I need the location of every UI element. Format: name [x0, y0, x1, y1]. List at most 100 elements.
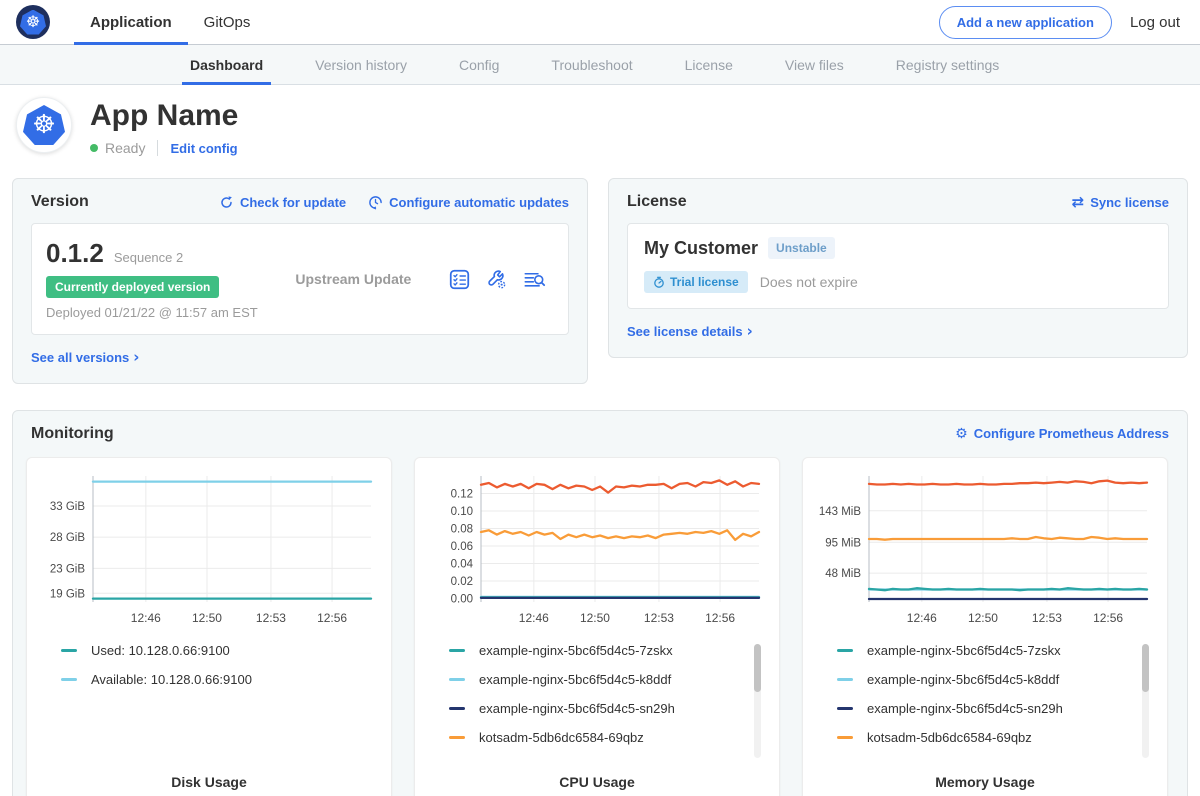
app-header: ☸ App Name Ready Edit config: [0, 85, 1200, 164]
tab-dashboard[interactable]: Dashboard: [188, 45, 265, 84]
trial-license-badge: Trial license: [644, 271, 748, 293]
svg-text:12:53: 12:53: [1032, 611, 1062, 625]
svg-text:12:50: 12:50: [192, 611, 222, 625]
svg-text:12:46: 12:46: [907, 611, 937, 625]
license-card: License ⇄ Sync license My Customer Unsta…: [608, 178, 1188, 358]
license-card-title: License: [627, 193, 687, 211]
see-license-details-link[interactable]: See license details ›: [627, 322, 753, 340]
nav-tab-gitops[interactable]: GitOps: [188, 0, 267, 44]
check-for-update-label: Check for update: [240, 195, 346, 210]
version-card: Version Check for update Configure autom…: [12, 178, 588, 384]
svg-text:12:56: 12:56: [705, 611, 735, 625]
svg-text:95 MiB: 95 MiB: [825, 537, 861, 549]
configure-automatic-updates-link[interactable]: Configure automatic updates: [368, 195, 569, 210]
license-summary-row: My Customer Unstable Trial license Does …: [627, 223, 1169, 309]
legend-dash-icon: [837, 678, 853, 681]
svg-text:33 GiB: 33 GiB: [50, 500, 85, 512]
check-for-update-link[interactable]: Check for update: [219, 195, 346, 210]
svg-text:12:46: 12:46: [519, 611, 549, 625]
disk-usage-plot: 19 GiB23 GiB28 GiB33 GiB12:4612:5012:531…: [39, 468, 379, 632]
legend-label: kotsadm-5db6dc6584-69qbz: [479, 730, 644, 745]
legend-dash-icon: [837, 649, 853, 652]
add-application-button[interactable]: Add a new application: [939, 6, 1112, 39]
logout-link[interactable]: Log out: [1130, 14, 1180, 31]
current-version-row: 0.1.2 Sequence 2 Currently deployed vers…: [31, 223, 569, 335]
svg-text:0.02: 0.02: [451, 576, 473, 588]
disk-usage-legend: Used: 10.128.0.66:9100 Available: 10.128.…: [39, 642, 379, 774]
legend-dash-icon: [61, 678, 77, 681]
legend-label: example-nginx-5bc6f5d4c5-k8ddf: [479, 672, 671, 687]
legend-label: example-nginx-5bc6f5d4c5-sn29h: [867, 701, 1063, 716]
edit-config-link[interactable]: Edit config: [170, 141, 237, 156]
legend-label: kotsadm-5db6dc6584-69qbz: [867, 730, 1032, 745]
configure-prometheus-link[interactable]: ⚙ Configure Prometheus Address: [955, 426, 1169, 441]
disk-usage-chart-card: 19 GiB23 GiB28 GiB33 GiB12:4612:5012:531…: [26, 457, 392, 796]
legend-item: example-nginx-5bc6f5d4c5-k8ddf: [837, 671, 1155, 688]
legend-item: example-nginx-5bc6f5d4c5-sn29h: [837, 700, 1155, 717]
release-notes-icon[interactable]: [449, 269, 470, 290]
memory-usage-legend: example-nginx-5bc6f5d4c5-7zskxexample-ng…: [815, 642, 1155, 774]
tab-troubleshoot[interactable]: Troubleshoot: [549, 45, 634, 84]
svg-text:12:53: 12:53: [644, 611, 674, 625]
status-dot-icon: [90, 144, 98, 152]
legend-label: Used: 10.128.0.66:9100: [91, 643, 230, 658]
monitoring-title: Monitoring: [31, 425, 114, 443]
svg-text:0.06: 0.06: [451, 541, 473, 553]
version-card-title: Version: [31, 193, 89, 211]
tab-registry-settings[interactable]: Registry settings: [894, 45, 1001, 84]
chevron-right-icon: ›: [747, 322, 753, 340]
see-license-details-label: See license details: [627, 324, 743, 339]
see-all-versions-label: See all versions: [31, 350, 129, 365]
svg-text:23 GiB: 23 GiB: [50, 563, 85, 575]
tab-config[interactable]: Config: [457, 45, 501, 84]
svg-text:0.10: 0.10: [451, 506, 473, 518]
tab-view-files[interactable]: View files: [783, 45, 846, 84]
configure-prometheus-label: Configure Prometheus Address: [974, 426, 1169, 441]
tab-version-history[interactable]: Version history: [313, 45, 409, 84]
channel-badge: Unstable: [768, 237, 835, 259]
view-logs-icon[interactable]: [523, 269, 546, 290]
svg-text:12:53: 12:53: [256, 611, 286, 625]
memory-usage-plot: 48 MiB95 MiB143 MiB12:4612:5012:5312:56: [815, 468, 1155, 632]
config-wrench-icon[interactable]: [486, 269, 507, 290]
nav-tab-gitops-label: GitOps: [204, 14, 251, 31]
top-nav-tabs: Application GitOps: [74, 0, 266, 44]
expiration-text: Does not expire: [760, 274, 858, 290]
legend-item: Used: 10.128.0.66:9100: [61, 642, 379, 659]
svg-text:19 GiB: 19 GiB: [50, 588, 85, 600]
status-badge: Ready: [105, 140, 158, 156]
legend-dash-icon: [449, 736, 465, 739]
customer-name: My Customer: [644, 238, 758, 259]
tab-license[interactable]: License: [683, 45, 735, 84]
svg-text:12:46: 12:46: [131, 611, 161, 625]
legend-item: example-nginx-5bc6f5d4c5-7zskx: [449, 642, 767, 659]
legend-scrollbar[interactable]: [754, 644, 761, 758]
sequence-label: Sequence 2: [114, 250, 183, 265]
version-source-label: Upstream Update: [295, 271, 411, 287]
see-all-versions-link[interactable]: See all versions ›: [31, 348, 139, 366]
cards-row: Version Check for update Configure autom…: [12, 178, 1188, 384]
monitoring-section: Monitoring ⚙ Configure Prometheus Addres…: [12, 410, 1188, 796]
kubernetes-logo-icon[interactable]: ☸: [16, 5, 50, 39]
svg-text:12:50: 12:50: [968, 611, 998, 625]
svg-text:0.00: 0.00: [451, 593, 473, 605]
memory-usage-chart-card: 48 MiB95 MiB143 MiB12:4612:5012:5312:56 …: [802, 457, 1168, 796]
svg-text:0.12: 0.12: [451, 488, 473, 500]
sync-license-link[interactable]: ⇄ Sync license: [1072, 195, 1169, 210]
sync-arrows-icon: ⇄: [1072, 195, 1085, 210]
chevron-right-icon: ›: [133, 348, 139, 366]
kots-admin-console: ☸ Application GitOps Add a new applicati…: [0, 0, 1200, 796]
legend-item: kotsadm-5db6dc6584-69qbz: [449, 729, 767, 746]
svg-text:28 GiB: 28 GiB: [50, 532, 85, 544]
stopwatch-icon: [653, 276, 665, 288]
currently-deployed-badge: Currently deployed version: [46, 276, 219, 298]
nav-tab-application[interactable]: Application: [74, 0, 188, 44]
legend-label: example-nginx-5bc6f5d4c5-k8ddf: [867, 672, 1059, 687]
svg-text:0.08: 0.08: [451, 523, 473, 535]
svg-text:143 MiB: 143 MiB: [819, 505, 862, 517]
cpu-usage-legend: example-nginx-5bc6f5d4c5-7zskx example-ng…: [427, 642, 767, 774]
legend-dash-icon: [449, 678, 465, 681]
legend-scrollbar[interactable]: [1142, 644, 1149, 758]
legend-item: Available: 10.128.0.66:9100: [61, 671, 379, 688]
legend-dash-icon: [449, 649, 465, 652]
